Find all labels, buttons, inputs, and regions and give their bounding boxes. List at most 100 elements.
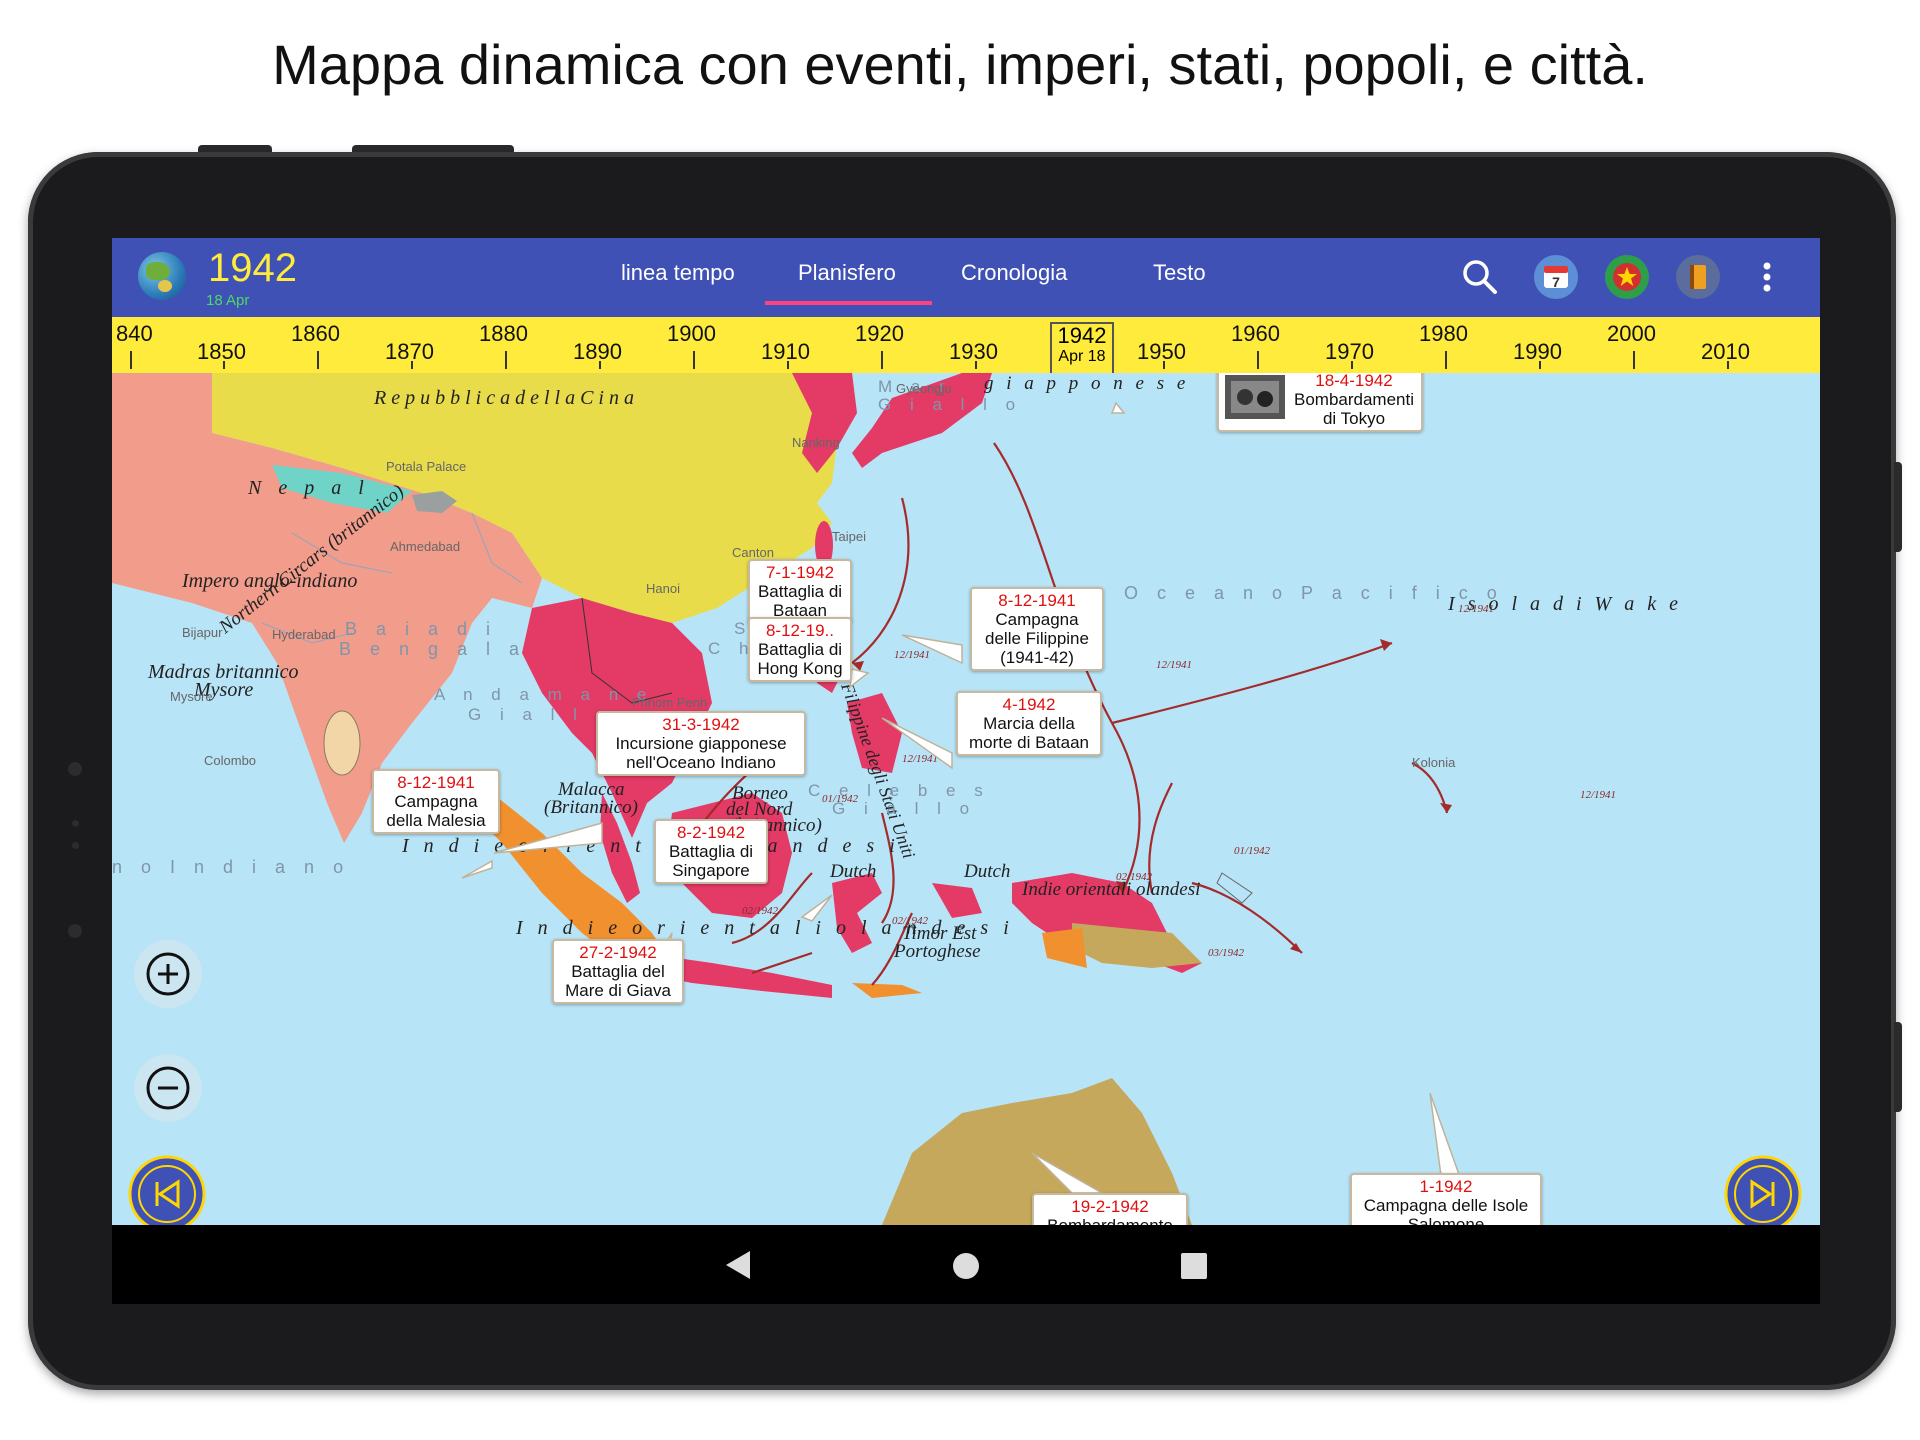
timeline-tick xyxy=(1445,351,1447,369)
timeline-tick xyxy=(975,361,977,369)
event-callout[interactable]: 18-4-1942 Bombardamenti di Tokyo xyxy=(1217,373,1423,432)
app-bar: 1942 18 Apr linea tempo Planisfero Crono… xyxy=(112,238,1820,317)
current-year: 1942 xyxy=(208,246,297,290)
event-callout[interactable]: 27-2-1942 Battaglia del Mare di Giava xyxy=(552,939,684,1004)
book-icon[interactable] xyxy=(1675,254,1721,300)
event-title: Campagna della Malesia xyxy=(386,792,486,830)
home-icon[interactable] xyxy=(952,1252,980,1280)
event-title: Campagna delle Isole Salomone xyxy=(1363,1196,1529,1225)
timeline-current-marker[interactable]: 1942 Apr 18 xyxy=(1050,322,1114,376)
flag-icon[interactable] xyxy=(1604,254,1650,300)
event-title: Battaglia di Singapore xyxy=(668,842,754,880)
timeline-tick xyxy=(1539,361,1541,369)
event-title: Bombardamenti di Tokyo xyxy=(1293,390,1414,428)
timeline-label: 1930 xyxy=(949,339,998,364)
timeline-label: 840 xyxy=(116,321,153,346)
tab-planisfero[interactable]: Planisfero xyxy=(798,260,896,286)
event-date: 1-1942 xyxy=(1419,1177,1473,1196)
timeline-label: 1920 xyxy=(855,321,904,346)
timeline-label: 1890 xyxy=(573,339,622,364)
next-button[interactable] xyxy=(1724,1155,1802,1225)
event-callout[interactable]: 8-12-1941 Campagna delle Filippine (1941… xyxy=(970,587,1104,671)
timeline-tick xyxy=(599,361,601,369)
event-callout[interactable]: 19-2-1942 Bombardamento xyxy=(1032,1193,1188,1225)
tablet-side-button xyxy=(1894,462,1902,552)
event-title: Battaglia di Bataan xyxy=(757,582,843,620)
timeline-label: 1860 xyxy=(291,321,340,346)
recents-icon[interactable] xyxy=(1180,1252,1208,1280)
event-callout[interactable]: 31-3-1942 Incursione giapponese nell'Oce… xyxy=(596,711,806,776)
active-tab-indicator xyxy=(765,301,932,305)
marker-year: 1942 xyxy=(1057,323,1107,348)
timeline-tick xyxy=(223,361,225,369)
timeline-label: 1880 xyxy=(479,321,528,346)
event-callout[interactable]: 7-1-1942 Battaglia di Bataan xyxy=(748,559,852,624)
event-date: 27-2-1942 xyxy=(579,943,657,962)
android-nav-bar xyxy=(112,1225,1820,1304)
calendar-icon[interactable]: 7 xyxy=(1533,254,1579,300)
event-date: 19-2-1942 xyxy=(1071,1197,1149,1216)
back-icon[interactable] xyxy=(724,1249,752,1281)
callout-pointers xyxy=(461,401,1464,1194)
event-date: 8-2-1942 xyxy=(676,823,746,842)
timeline-tick xyxy=(130,351,132,369)
timeline-label: 1870 xyxy=(385,339,434,364)
more-icon[interactable] xyxy=(1744,254,1790,300)
world-map[interactable]: R e p u b b l i c a d e l l a C i n a g … xyxy=(112,373,1820,1225)
timeline-tick xyxy=(505,351,507,369)
event-callout[interactable]: 8-12-1941 Campagna della Malesia xyxy=(372,769,500,834)
event-title: Incursione giapponese nell'Oceano Indian… xyxy=(615,734,787,772)
event-title: Campagna delle Filippine (1941-42) xyxy=(985,610,1089,667)
search-icon[interactable] xyxy=(1457,254,1503,300)
event-callout[interactable]: 8-2-1942 Battaglia di Singapore xyxy=(654,819,768,884)
tab-cronologia[interactable]: Cronologia xyxy=(961,260,1067,286)
event-date: 4-1942 xyxy=(1002,695,1056,714)
event-title: Bombardamento xyxy=(1040,1216,1180,1225)
timeline-label: 1970 xyxy=(1325,339,1374,364)
app-screen: 1942 18 Apr linea tempo Planisfero Crono… xyxy=(112,238,1820,1304)
timeline-tick xyxy=(1633,351,1635,369)
tab-testo[interactable]: Testo xyxy=(1153,260,1206,286)
timeline-tick xyxy=(1351,361,1353,369)
timeline-label: 1990 xyxy=(1513,339,1562,364)
timeline-tick xyxy=(317,351,319,369)
event-date: 7-1-1942 xyxy=(765,563,835,582)
timeline-label: 2010 xyxy=(1701,339,1750,364)
zoom-in-button[interactable] xyxy=(132,938,204,1010)
timeline-label: 1950 xyxy=(1137,339,1186,364)
timeline-tick xyxy=(1163,361,1165,369)
timeline-label: 1900 xyxy=(667,321,716,346)
event-date: 8-12-19.. xyxy=(765,621,835,640)
timeline-tick xyxy=(1727,361,1729,369)
sensor xyxy=(72,820,79,827)
tablet-side-button xyxy=(1894,1022,1902,1112)
event-title: Battaglia del Mare di Giava xyxy=(565,962,671,1000)
tab-linea-tempo[interactable]: linea tempo xyxy=(621,260,735,286)
zoom-out-button[interactable] xyxy=(132,1052,204,1124)
event-callout[interactable]: 1-1942 Campagna delle Isole Salomone xyxy=(1350,1173,1542,1225)
timeline-tick xyxy=(1257,351,1259,369)
calendar-day: 7 xyxy=(1552,274,1560,290)
timeline-tick xyxy=(881,351,883,369)
sensor xyxy=(68,924,82,938)
sensor xyxy=(72,842,79,849)
front-camera xyxy=(68,762,82,776)
event-callout[interactable]: 4-1942 Marcia della morte di Bataan xyxy=(956,691,1102,756)
timeline-bar[interactable]: 840 1850 1860 1870 1880 1890 1900 1910 1… xyxy=(112,317,1820,375)
event-title: Battaglia di Hong Kong xyxy=(757,640,843,678)
globe-icon[interactable] xyxy=(138,252,186,300)
event-date: 18-4-1942 xyxy=(1315,373,1393,390)
timeline-label: 1910 xyxy=(761,339,810,364)
event-callout[interactable]: 8-12-19.. Battaglia di Hong Kong xyxy=(748,617,852,682)
timeline-label: 2000 xyxy=(1607,321,1656,346)
marker-date: Apr 18 xyxy=(1058,348,1106,365)
timeline-tick xyxy=(693,351,695,369)
timeline-tick xyxy=(411,361,413,369)
event-date: 8-12-1941 xyxy=(998,591,1076,610)
promo-caption: Mappa dinamica con eventi, imperi, stati… xyxy=(272,33,1648,96)
timeline-label: 1850 xyxy=(197,339,246,364)
previous-button[interactable] xyxy=(128,1155,206,1225)
timeline-tick xyxy=(787,361,789,369)
event-title: Marcia della morte di Bataan xyxy=(968,714,1089,752)
event-date: 31-3-1942 xyxy=(662,715,740,734)
